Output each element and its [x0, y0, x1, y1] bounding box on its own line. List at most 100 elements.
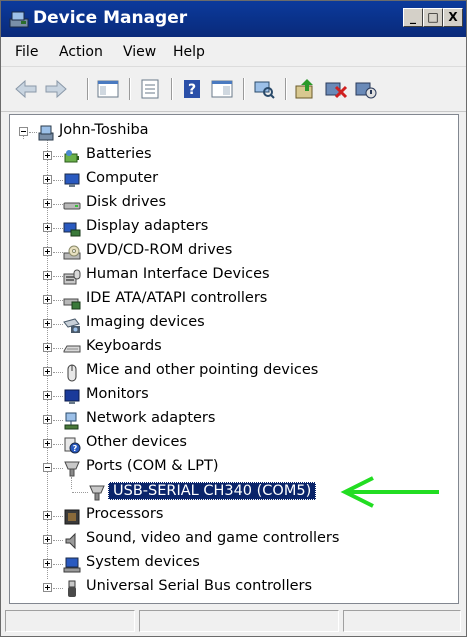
system-device-icon	[63, 557, 81, 573]
maximize-button[interactable]: □	[423, 8, 443, 27]
tree-node-ide-controllers[interactable]: IDE ATA/ATAPI controllers	[10, 289, 450, 313]
expand-toggle[interactable]	[43, 319, 52, 328]
tree-node-dvd-cd-rom[interactable]: DVD/CD-ROM drives	[10, 241, 450, 265]
menu-help[interactable]: Help	[173, 44, 205, 60]
tree-guide-line	[53, 300, 63, 301]
svg-text:?: ?	[188, 82, 196, 98]
tree-root[interactable]: John-Toshiba	[10, 121, 450, 145]
tree-guide-line	[53, 396, 63, 397]
tree-node-usb-controllers[interactable]: Universal Serial Bus controllers	[10, 577, 450, 601]
tree-node-label: System devices	[86, 554, 200, 570]
keyboard-icon	[63, 345, 81, 353]
device-manager-window: Device Manager _ □ X File Action View He…	[0, 0, 467, 637]
title-bar[interactable]: Device Manager _ □ X	[1, 1, 466, 37]
toolbar-separator	[87, 78, 89, 100]
toolbar-separator	[129, 78, 131, 100]
tree-node-system-devices[interactable]: System devices	[10, 553, 450, 577]
expand-toggle[interactable]	[43, 151, 52, 160]
tree-node-imaging-devices[interactable]: Imaging devices	[10, 313, 450, 337]
camera-icon	[63, 318, 80, 333]
annotation-arrow-icon	[340, 476, 439, 508]
expand-toggle[interactable]	[43, 295, 52, 304]
expand-toggle[interactable]	[43, 535, 52, 544]
monitor-icon	[64, 173, 80, 187]
tree-node-hid[interactable]: Human Interface Devices	[10, 265, 450, 289]
back-arrow-icon[interactable]	[13, 77, 39, 101]
menu-view[interactable]: View	[123, 44, 156, 60]
status-bar	[1, 607, 466, 636]
tree-node-label: DVD/CD-ROM drives	[86, 242, 233, 258]
toolbar-separator	[285, 78, 287, 100]
device-manager-icon	[9, 11, 29, 28]
menu-action[interactable]: Action	[59, 44, 103, 60]
scan-hardware-icon[interactable]	[251, 77, 277, 101]
tree-node-sound-video[interactable]: Sound, video and game controllers	[10, 529, 450, 553]
tree-guide-line	[53, 324, 63, 325]
mouse-icon	[67, 364, 77, 382]
status-panel	[139, 610, 339, 632]
expand-toggle[interactable]	[43, 559, 52, 568]
tree-node-label-selected: USB-SERIAL CH340 (COM5)	[108, 482, 317, 500]
tree-node-mice[interactable]: Mice and other pointing devices	[10, 361, 450, 385]
tree-guide-line	[53, 228, 63, 229]
tree-node-keyboards[interactable]: Keyboards	[10, 337, 450, 361]
tree-node-label: Ports (COM & LPT)	[86, 458, 219, 474]
tree-guide-line	[53, 420, 63, 421]
tree-node-label: Network adapters	[86, 410, 216, 426]
close-button[interactable]: X	[443, 8, 463, 27]
port-icon	[64, 461, 80, 477]
view-icon[interactable]	[209, 77, 235, 101]
expand-toggle[interactable]	[43, 391, 52, 400]
expand-toggle[interactable]	[43, 511, 52, 520]
tree-node-display-adapters[interactable]: Display adapters	[10, 217, 450, 241]
processor-icon	[64, 509, 80, 525]
forward-arrow-icon[interactable]	[43, 77, 69, 101]
tree-guide-line	[53, 156, 63, 157]
show-hide-tree-icon[interactable]	[95, 77, 121, 101]
tree-guide-line	[72, 492, 88, 493]
tree-node-label: IDE ATA/ATAPI controllers	[86, 290, 268, 306]
battery-icon	[64, 150, 79, 163]
expand-toggle[interactable]	[43, 271, 52, 280]
tree-node-monitors[interactable]: Monitors	[10, 385, 450, 409]
tree-node-batteries[interactable]: Batteries	[10, 145, 450, 169]
expand-toggle[interactable]	[43, 223, 52, 232]
hid-icon	[63, 269, 81, 285]
network-icon	[64, 412, 79, 430]
expand-toggle[interactable]	[43, 247, 52, 256]
collapse-toggle[interactable]	[43, 463, 52, 472]
expand-toggle[interactable]	[43, 343, 52, 352]
tree-node-label: Display adapters	[86, 218, 209, 234]
expand-toggle[interactable]	[43, 367, 52, 376]
collapse-toggle[interactable]	[19, 127, 28, 136]
tree-node-other-devices[interactable]: ? Other devices	[10, 433, 450, 457]
optical-drive-icon	[63, 245, 81, 260]
help-icon[interactable]: ?	[179, 77, 205, 101]
toolbar-separator	[243, 78, 245, 100]
tree-node-label: Computer	[86, 170, 159, 186]
device-tree[interactable]: John-Toshiba Batteries Computer Disk dri…	[9, 114, 459, 604]
tree-node-label: Mice and other pointing devices	[86, 362, 319, 378]
expand-toggle[interactable]	[43, 415, 52, 424]
monitor-icon	[64, 389, 80, 404]
uninstall-icon[interactable]	[323, 77, 349, 101]
tree-node-label: Imaging devices	[86, 314, 205, 330]
minimize-button[interactable]: _	[403, 8, 423, 27]
tree-root-label: John-Toshiba	[59, 122, 149, 138]
tree-guide-line	[53, 588, 63, 589]
expand-toggle[interactable]	[43, 439, 52, 448]
expand-toggle[interactable]	[43, 199, 52, 208]
tree-node-network-adapters[interactable]: Network adapters	[10, 409, 450, 433]
update-driver-icon[interactable]	[293, 77, 319, 101]
tree-node-computer[interactable]: Computer	[10, 169, 450, 193]
properties-icon[interactable]	[137, 77, 163, 101]
disable-icon[interactable]	[353, 77, 379, 101]
tree-guide-line	[53, 348, 63, 349]
menu-file[interactable]: File	[15, 44, 38, 60]
tree-guide-line	[29, 132, 37, 133]
tree-node-label: Universal Serial Bus controllers	[86, 578, 313, 594]
expand-toggle[interactable]	[43, 583, 52, 592]
toolbar: ?	[1, 67, 466, 112]
tree-node-disk-drives[interactable]: Disk drives	[10, 193, 450, 217]
expand-toggle[interactable]	[43, 175, 52, 184]
